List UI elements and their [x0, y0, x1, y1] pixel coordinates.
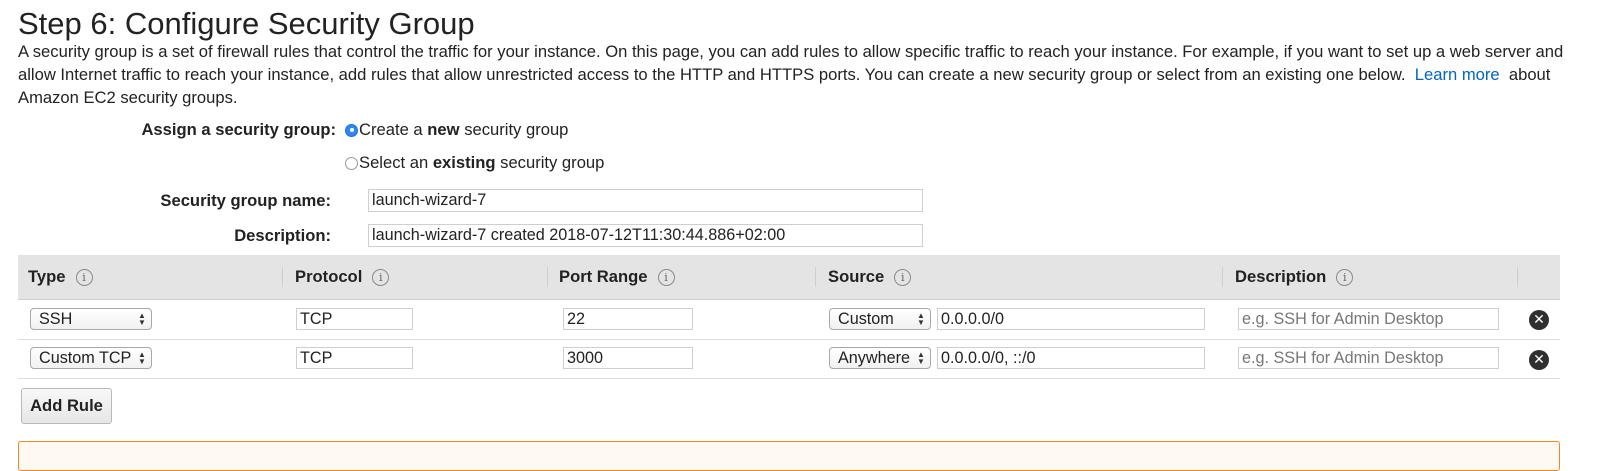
rule-type-select[interactable]: Custom TCP I ▲ ▼: [30, 347, 152, 369]
rule-port-range-input[interactable]: [563, 347, 693, 369]
column-port-range-label: Port Range: [559, 267, 648, 286]
column-header-protocol: Protocol i: [295, 267, 390, 287]
radio-create-new-pre: Create a: [359, 120, 423, 139]
column-description-label: Description: [1235, 267, 1327, 286]
radio-select-existing[interactable]: Select an existing security group: [345, 153, 604, 173]
security-group-name-input[interactable]: [368, 189, 923, 212]
intro-paragraph: A security group is a set of firewall ru…: [18, 42, 1564, 84]
column-divider: [1517, 267, 1518, 287]
column-divider: [282, 267, 283, 287]
column-header-type: Type i: [28, 267, 93, 287]
warning-box: [18, 441, 1560, 471]
column-divider: [1222, 267, 1223, 287]
column-header-source: Source i: [828, 267, 912, 287]
intro-text: A security group is a set of firewall ru…: [18, 40, 1593, 109]
radio-select-existing-button[interactable]: [345, 156, 358, 170]
security-group-name-label: Security group name:: [160, 191, 331, 210]
info-icon[interactable]: i: [1336, 268, 1354, 286]
row-divider: [18, 378, 1560, 379]
info-icon[interactable]: i: [75, 268, 93, 286]
remove-rule-icon[interactable]: ✕: [1529, 310, 1549, 330]
rule-type-select[interactable]: SSH ▲ ▼: [30, 308, 152, 330]
rule-description-input[interactable]: [1238, 308, 1499, 330]
radio-select-existing-bold: existing: [432, 153, 496, 172]
rule-source-select[interactable]: Custom ▲ ▼: [829, 308, 931, 330]
rule-source-cidr-input[interactable]: [937, 308, 1205, 330]
radio-create-new-button[interactable]: [345, 123, 358, 137]
radio-select-existing-pre: Select an: [359, 153, 429, 172]
column-source-label: Source: [828, 267, 885, 286]
assign-security-group-label: Assign a security group:: [141, 120, 336, 139]
learn-more-link[interactable]: Learn more: [1415, 65, 1500, 84]
column-type-label: Type: [28, 267, 66, 286]
rule-protocol-field[interactable]: [296, 308, 413, 330]
remove-rule-icon[interactable]: ✕: [1529, 350, 1549, 370]
info-icon[interactable]: i: [372, 268, 390, 286]
column-protocol-label: Protocol: [295, 267, 363, 286]
radio-select-existing-post: security group: [500, 153, 605, 172]
rule-protocol-field[interactable]: [296, 347, 413, 369]
rule-source-cidr-input[interactable]: [937, 347, 1205, 369]
rule-source-mode-value: Custom: [838, 309, 894, 328]
select-updown-icon: ▲ ▼: [138, 350, 146, 366]
rule-port-range-input[interactable]: [563, 308, 693, 330]
column-header-description: Description i: [1235, 267, 1354, 287]
rule-type-value: Custom TCP I: [39, 348, 137, 367]
page-title: Step 6: Configure Security Group: [18, 6, 475, 41]
rule-description-input[interactable]: [1238, 347, 1499, 369]
rule-type-value: SSH: [39, 309, 73, 328]
rule-source-mode-value: Anywhere: [838, 348, 910, 367]
radio-create-new[interactable]: Create a new security group: [345, 120, 568, 140]
radio-create-new-bold: new: [427, 120, 460, 139]
radio-create-new-post: security group: [464, 120, 569, 139]
column-divider: [547, 267, 548, 287]
add-rule-button[interactable]: Add Rule: [21, 388, 112, 424]
security-group-description-input[interactable]: [368, 224, 923, 247]
select-updown-icon: ▲ ▼: [917, 311, 925, 327]
row-divider: [18, 339, 1560, 340]
info-icon[interactable]: i: [894, 268, 912, 286]
rule-source-select[interactable]: Anywhere ▲ ▼: [829, 347, 931, 369]
column-header-port-range: Port Range i: [559, 267, 675, 287]
select-updown-icon: ▲ ▼: [138, 311, 146, 327]
column-divider: [815, 267, 816, 287]
security-group-description-label: Description:: [234, 226, 331, 245]
info-icon[interactable]: i: [657, 268, 675, 286]
select-updown-icon: ▲ ▼: [917, 350, 925, 366]
